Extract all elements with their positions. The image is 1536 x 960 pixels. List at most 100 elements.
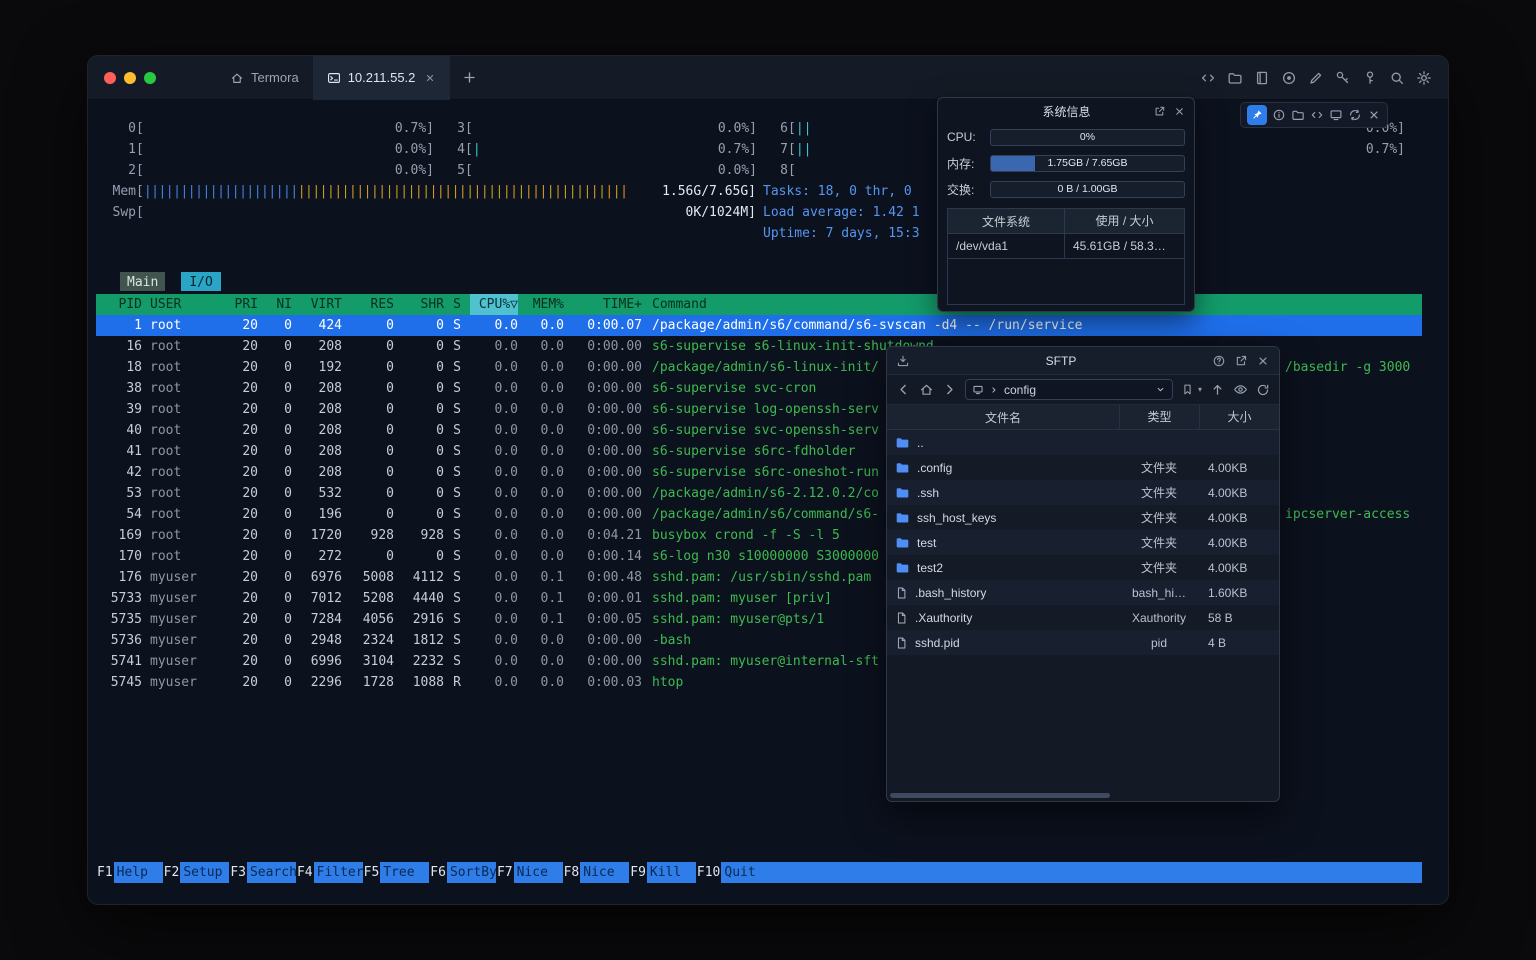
path-segment[interactable]: config xyxy=(1004,383,1036,397)
file-row[interactable]: test 文件夹 4.00KB xyxy=(887,530,1279,555)
function-key[interactable]: F10Quit xyxy=(696,862,770,883)
termora-window: Termora 10.211.55.2 0[0.7%]3[0.0%]6[||0.… xyxy=(88,56,1448,904)
settings-icon[interactable] xyxy=(1416,70,1432,86)
pin-icon[interactable] xyxy=(1247,105,1267,125)
file-row[interactable]: test2 文件夹 4.00KB xyxy=(887,555,1279,580)
file-name: .config xyxy=(917,461,952,475)
command-overflow-text: ipcserver-access xyxy=(1285,504,1410,525)
chevron-down-icon[interactable] xyxy=(1155,384,1166,395)
refresh-icon[interactable] xyxy=(1256,383,1270,397)
folder-icon xyxy=(895,485,910,500)
file-row[interactable]: .bash_history bash_hi… 1.60KB xyxy=(887,580,1279,605)
home-icon[interactable] xyxy=(919,382,934,397)
horizontal-scrollbar[interactable] xyxy=(887,791,1279,801)
function-key[interactable]: F7Nice - xyxy=(496,862,563,883)
close-tab-icon[interactable] xyxy=(424,72,436,84)
col-type[interactable]: 类型 xyxy=(1119,405,1199,430)
cpu-meter: 0[0.7%] xyxy=(112,118,434,139)
function-key[interactable]: F4Filter xyxy=(296,862,363,883)
panel-toggle-toolbar xyxy=(1240,102,1388,128)
window-minimize-button[interactable] xyxy=(124,72,136,84)
file-row[interactable]: ssh_host_keys 文件夹 4.00KB xyxy=(887,505,1279,530)
col-pri[interactable]: PRI xyxy=(218,294,258,315)
scrollbar-thumb[interactable] xyxy=(890,793,1110,798)
memory-usage-bar: 1.75GB / 7.65GB xyxy=(990,155,1185,172)
file-icon xyxy=(895,611,908,625)
file-row[interactable]: .. xyxy=(887,430,1279,455)
col-pid[interactable]: PID xyxy=(96,294,142,315)
col-cpu-sort[interactable]: CPU%▽ xyxy=(470,294,518,315)
col-shr[interactable]: SHR xyxy=(394,294,444,315)
function-key[interactable]: F5Tree xyxy=(363,862,430,883)
tab-termora-home[interactable]: Termora xyxy=(216,56,313,100)
edit-icon[interactable] xyxy=(1308,70,1324,86)
code-icon[interactable] xyxy=(1310,108,1324,122)
show-hidden-eye-icon[interactable] xyxy=(1233,382,1248,397)
system-info-titlebar: 系统信息 xyxy=(938,98,1194,124)
close-icon[interactable] xyxy=(1367,108,1381,122)
col-res[interactable]: RES xyxy=(342,294,394,315)
col-virt[interactable]: VIRT xyxy=(292,294,342,315)
htop-tab-main[interactable]: Main xyxy=(120,272,165,291)
folder-icon[interactable] xyxy=(1291,108,1305,122)
col-state[interactable]: S xyxy=(444,294,470,315)
search-icon[interactable] xyxy=(1389,70,1405,86)
monitor-icon[interactable] xyxy=(1329,108,1343,122)
file-row[interactable]: .ssh 文件夹 4.00KB xyxy=(887,480,1279,505)
function-key[interactable]: F2Setup xyxy=(163,862,230,883)
help-icon[interactable] xyxy=(1212,354,1226,368)
col-ni[interactable]: NI xyxy=(258,294,292,315)
function-key[interactable]: F3Search xyxy=(229,862,296,883)
close-icon[interactable] xyxy=(1256,354,1270,368)
window-close-button[interactable] xyxy=(104,72,116,84)
process-row[interactable]: 1 root 20 0 424 0 0 S 0.0 0.0 0:00.07 /p… xyxy=(96,315,1422,336)
col-mem[interactable]: MEM% xyxy=(518,294,564,315)
file-row[interactable]: .Xauthority Xauthority 58 B xyxy=(887,605,1279,630)
key-icon[interactable] xyxy=(1335,70,1351,86)
function-key[interactable]: F9Kill xyxy=(629,862,696,883)
chevron-right-icon xyxy=(989,385,999,395)
file-row[interactable]: .config 文件夹 4.00KB xyxy=(887,455,1279,480)
log-icon[interactable] xyxy=(1254,70,1270,86)
window-zoom-button[interactable] xyxy=(144,72,156,84)
sync-icon[interactable] xyxy=(1348,108,1362,122)
code-icon[interactable] xyxy=(1200,70,1216,86)
col-time[interactable]: TIME+ xyxy=(564,294,642,315)
path-breadcrumb[interactable]: config xyxy=(965,379,1173,400)
htop-tab-io[interactable]: I/O xyxy=(181,272,220,291)
tab-label: Termora xyxy=(251,70,299,85)
fs-col-name: 文件系统 xyxy=(948,213,1064,230)
col-user[interactable]: USER xyxy=(142,294,218,315)
file-icon xyxy=(895,636,908,650)
forward-icon[interactable] xyxy=(942,382,957,397)
col-filename[interactable]: 文件名 xyxy=(887,409,1119,426)
back-icon[interactable] xyxy=(896,382,911,397)
open-in-window-icon[interactable] xyxy=(1153,105,1166,118)
download-icon[interactable] xyxy=(896,354,910,368)
filesystem-row[interactable]: /dev/vda1 45.61GB / 58.3… xyxy=(948,233,1184,258)
upload-icon[interactable] xyxy=(1210,382,1225,397)
new-tab-button[interactable] xyxy=(454,63,484,93)
token-icon[interactable] xyxy=(1362,70,1378,86)
bookmark-icon[interactable] xyxy=(1181,383,1194,396)
folder-icon xyxy=(895,560,910,575)
terminal-icon xyxy=(327,71,341,85)
file-row[interactable]: sshd.pid pid 4 B xyxy=(887,630,1279,655)
record-icon[interactable] xyxy=(1281,70,1297,86)
cpu-usage-row: CPU: 0% xyxy=(938,124,1194,150)
bookmark-caret-icon[interactable]: ▾ xyxy=(1198,385,1202,394)
function-key[interactable]: F8Nice + xyxy=(563,862,630,883)
sftp-titlebar[interactable]: SFTP xyxy=(887,347,1279,375)
tab-session[interactable]: 10.211.55.2 xyxy=(313,56,451,100)
folder-icon xyxy=(895,535,910,550)
info-icon[interactable] xyxy=(1272,108,1286,122)
col-size[interactable]: 大小 xyxy=(1199,405,1279,430)
file-type: 文件夹 xyxy=(1119,509,1199,526)
function-key[interactable]: F1Help xyxy=(96,862,163,883)
function-key[interactable]: F6SortBy xyxy=(429,862,496,883)
file-size: 4.00KB xyxy=(1199,511,1279,525)
folder-icon[interactable] xyxy=(1227,70,1243,86)
sftp-table-header: 文件名 类型 大小 xyxy=(887,405,1279,430)
open-in-window-icon[interactable] xyxy=(1234,354,1248,368)
close-panel-icon[interactable] xyxy=(1173,105,1186,118)
